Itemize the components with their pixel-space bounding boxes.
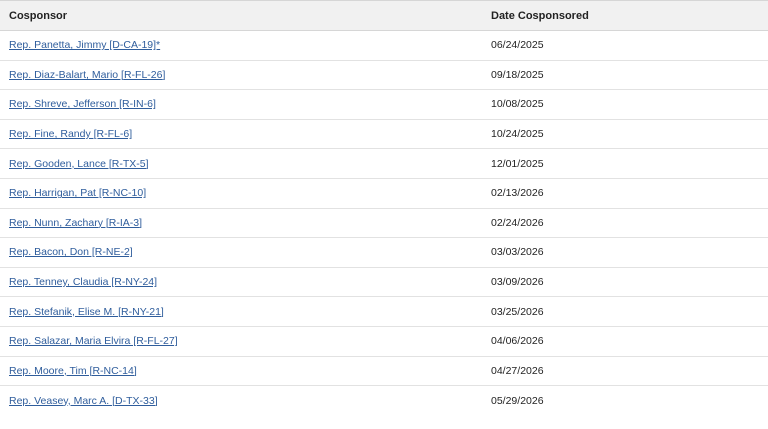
cosponsor-link[interactable]: Rep. Stefanik, Elise M. [R-NY-21] bbox=[9, 306, 164, 318]
cosponsor-link[interactable]: Rep. Gooden, Lance [R-TX-5] bbox=[9, 158, 149, 170]
cosponsor-cell: Rep. Panetta, Jimmy [D-CA-19]* bbox=[0, 30, 491, 61]
cosponsor-cell: Rep. Gooden, Lance [R-TX-5] bbox=[0, 148, 491, 179]
table-row: Rep. Panetta, Jimmy [D-CA-19]* 06/24/202… bbox=[0, 30, 768, 61]
date-cosponsored-cell: 03/03/2026 bbox=[491, 237, 768, 268]
cosponsor-link[interactable]: Rep. Salazar, Maria Elvira [R-FL-27] bbox=[9, 335, 178, 347]
cosponsor-link[interactable]: Rep. Veasey, Marc A. [D-TX-33] bbox=[9, 395, 158, 407]
cosponsor-cell: Rep. Shreve, Jefferson [R-IN-6] bbox=[0, 89, 491, 120]
table-row: Rep. Shreve, Jefferson [R-IN-6] 10/08/20… bbox=[0, 89, 768, 120]
cosponsor-link[interactable]: Rep. Fine, Randy [R-FL-6] bbox=[9, 128, 132, 140]
table-header: Cosponsor Date Cosponsored bbox=[0, 0, 768, 31]
cosponsor-cell: Rep. Harrigan, Pat [R-NC-10] bbox=[0, 178, 491, 209]
date-cosponsored-cell: 04/06/2026 bbox=[491, 326, 768, 357]
cosponsor-link[interactable]: Rep. Panetta, Jimmy [D-CA-19]* bbox=[9, 39, 160, 51]
column-header-cosponsor[interactable]: Cosponsor bbox=[0, 0, 491, 31]
table-row: Rep. Salazar, Maria Elvira [R-FL-27] 04/… bbox=[0, 326, 768, 357]
cosponsor-cell: Rep. Tenney, Claudia [R-NY-24] bbox=[0, 267, 491, 298]
cosponsor-link[interactable]: Rep. Nunn, Zachary [R-IA-3] bbox=[9, 217, 142, 229]
cosponsor-link[interactable]: Rep. Shreve, Jefferson [R-IN-6] bbox=[9, 98, 156, 110]
cosponsor-cell: Rep. Veasey, Marc A. [D-TX-33] bbox=[0, 386, 491, 416]
cosponsor-cell: Rep. Moore, Tim [R-NC-14] bbox=[0, 356, 491, 387]
table-row: Rep. Stefanik, Elise M. [R-NY-21] 03/25/… bbox=[0, 296, 768, 327]
date-cosponsored-cell: 12/01/2025 bbox=[491, 148, 768, 179]
cosponsor-cell: Rep. Fine, Randy [R-FL-6] bbox=[0, 119, 491, 150]
table-body: Rep. Panetta, Jimmy [D-CA-19]* 06/24/202… bbox=[0, 30, 768, 416]
cosponsor-cell: Rep. Salazar, Maria Elvira [R-FL-27] bbox=[0, 326, 491, 357]
date-cosponsored-cell: 10/24/2025 bbox=[491, 119, 768, 150]
cosponsor-link[interactable]: Rep. Moore, Tim [R-NC-14] bbox=[9, 365, 137, 377]
column-header-date-cosponsored[interactable]: Date Cosponsored bbox=[491, 0, 768, 31]
table-row: Rep. Nunn, Zachary [R-IA-3] 02/24/2026 bbox=[0, 208, 768, 239]
table-row: Rep. Diaz-Balart, Mario [R-FL-26] 09/18/… bbox=[0, 60, 768, 91]
date-cosponsored-cell: 06/24/2025 bbox=[491, 30, 768, 61]
cosponsor-cell: Rep. Stefanik, Elise M. [R-NY-21] bbox=[0, 296, 491, 327]
date-cosponsored-cell: 03/25/2026 bbox=[491, 296, 768, 327]
table-row: Rep. Tenney, Claudia [R-NY-24] 03/09/202… bbox=[0, 267, 768, 298]
cosponsor-link[interactable]: Rep. Diaz-Balart, Mario [R-FL-26] bbox=[9, 69, 165, 81]
date-cosponsored-cell: 02/13/2026 bbox=[491, 178, 768, 209]
table-row: Rep. Veasey, Marc A. [D-TX-33] 05/29/202… bbox=[0, 386, 768, 416]
cosponsor-link[interactable]: Rep. Bacon, Don [R-NE-2] bbox=[9, 246, 133, 258]
table-row: Rep. Gooden, Lance [R-TX-5] 12/01/2025 bbox=[0, 148, 768, 179]
date-cosponsored-cell: 10/08/2025 bbox=[491, 89, 768, 120]
table-row: Rep. Fine, Randy [R-FL-6] 10/24/2025 bbox=[0, 119, 768, 150]
date-cosponsored-cell: 03/09/2026 bbox=[491, 267, 768, 298]
table-row: Rep. Moore, Tim [R-NC-14] 04/27/2026 bbox=[0, 356, 768, 387]
cosponsor-cell: Rep. Bacon, Don [R-NE-2] bbox=[0, 237, 491, 268]
date-cosponsored-cell: 09/18/2025 bbox=[491, 60, 768, 91]
cosponsors-table-container: Cosponsor Date Cosponsored Rep. Panetta,… bbox=[0, 0, 768, 415]
table-row: Rep. Harrigan, Pat [R-NC-10] 02/13/2026 bbox=[0, 178, 768, 209]
cosponsor-link[interactable]: Rep. Harrigan, Pat [R-NC-10] bbox=[9, 187, 146, 199]
cosponsor-link[interactable]: Rep. Tenney, Claudia [R-NY-24] bbox=[9, 276, 157, 288]
date-cosponsored-cell: 04/27/2026 bbox=[491, 356, 768, 387]
date-cosponsored-cell: 02/24/2026 bbox=[491, 208, 768, 239]
date-cosponsored-cell: 05/29/2026 bbox=[491, 394, 544, 407]
cosponsor-cell: Rep. Diaz-Balart, Mario [R-FL-26] bbox=[0, 60, 491, 91]
table-header-row: Cosponsor Date Cosponsored bbox=[0, 0, 768, 31]
table-row: Rep. Bacon, Don [R-NE-2] 03/03/2026 bbox=[0, 237, 768, 268]
cosponsor-cell: Rep. Nunn, Zachary [R-IA-3] bbox=[0, 208, 491, 239]
cosponsors-table: Cosponsor Date Cosponsored Rep. Panetta,… bbox=[0, 0, 768, 415]
